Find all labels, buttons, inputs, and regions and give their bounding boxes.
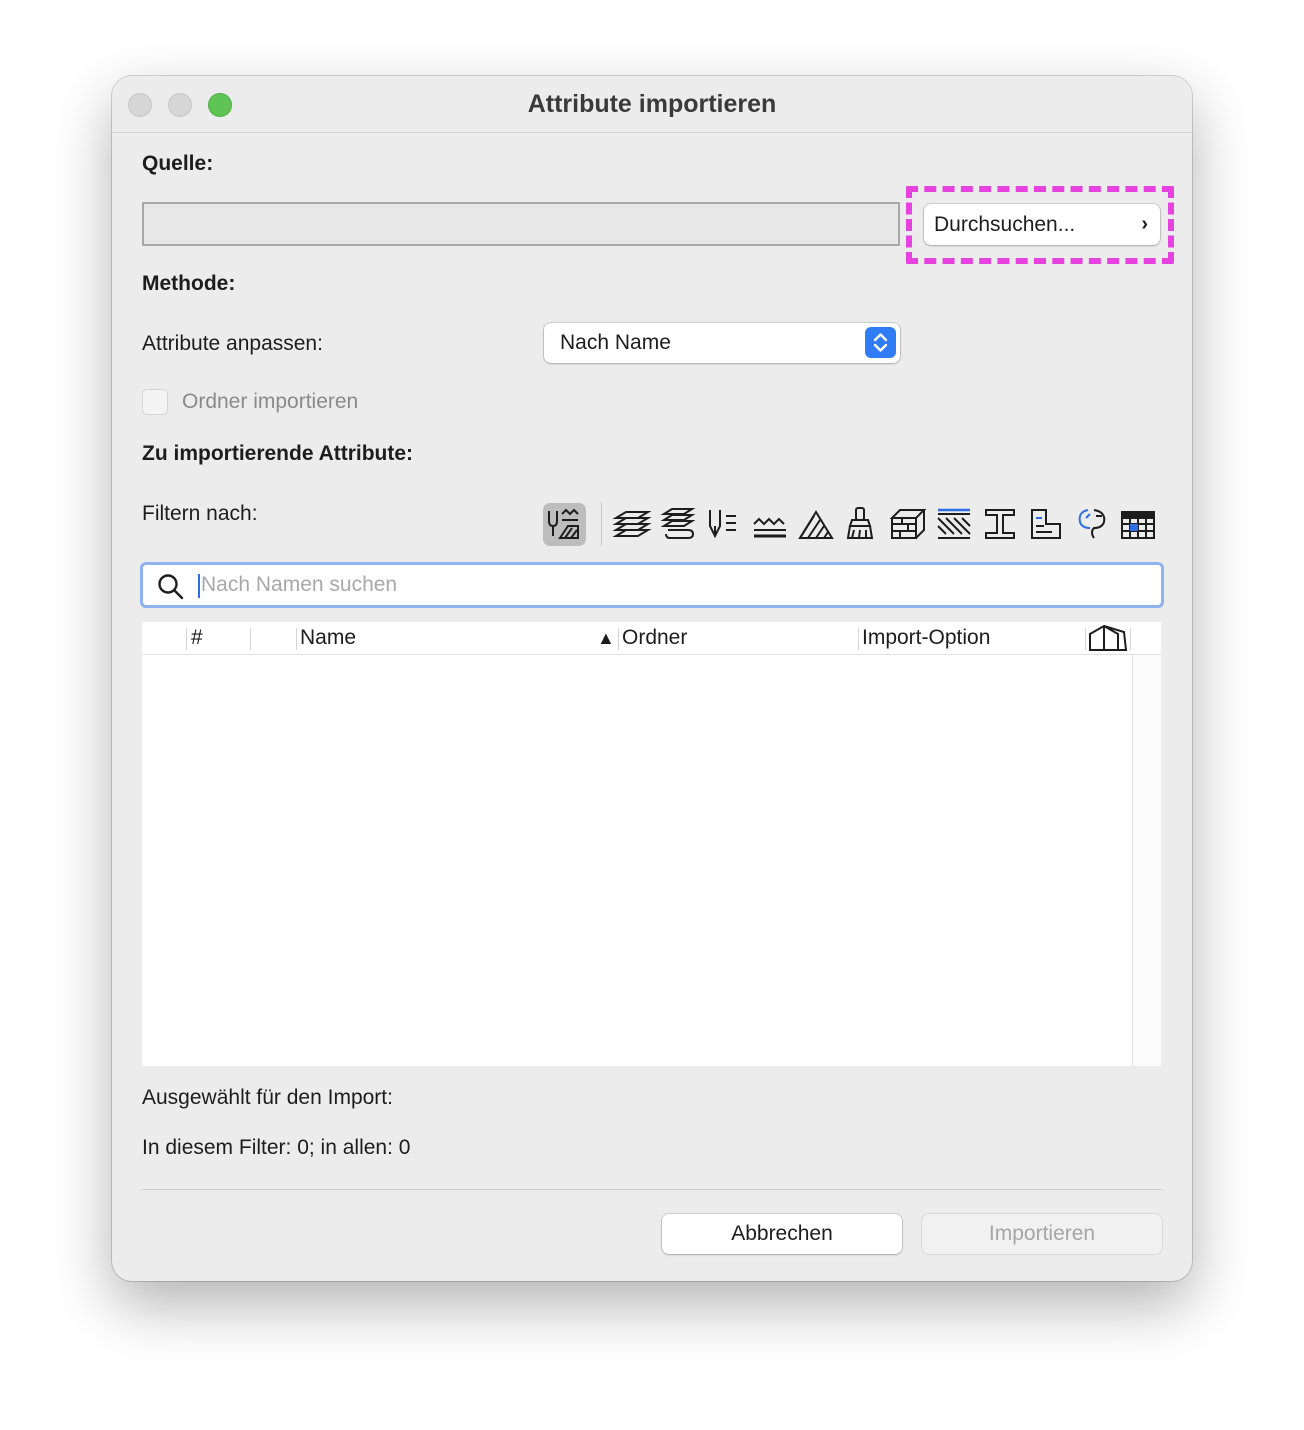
match-method-value: Nach Name bbox=[560, 331, 671, 354]
fill-types-icon[interactable] bbox=[796, 504, 836, 544]
column-import-option[interactable]: Import-Option bbox=[862, 626, 990, 650]
search-placeholder: Nach Namen suchen bbox=[201, 573, 398, 596]
footer-divider bbox=[142, 1189, 1162, 1190]
sort-ascending-icon: ▲ bbox=[597, 628, 615, 648]
vertical-scrollbar[interactable] bbox=[1133, 655, 1161, 1066]
selection-count-text: In diesem Filter: 0; in allen: 0 bbox=[142, 1136, 411, 1159]
attributes-table[interactable]: # Name ▲ Ordner Import-Option bbox=[142, 622, 1161, 1066]
filter-separator bbox=[601, 502, 602, 546]
operation-profiles-icon[interactable] bbox=[1118, 504, 1158, 544]
layer-combinations-icon[interactable] bbox=[658, 504, 698, 544]
composites-icon[interactable] bbox=[934, 504, 974, 544]
building-materials-icon[interactable] bbox=[888, 504, 928, 544]
line-types-icon[interactable] bbox=[750, 504, 790, 544]
import-folders-checkbox[interactable] bbox=[142, 389, 168, 415]
column-separator bbox=[1130, 628, 1131, 650]
column-number[interactable]: # bbox=[191, 626, 203, 650]
title-bar[interactable]: Attribute importieren bbox=[112, 76, 1192, 133]
search-field[interactable]: Nach Namen suchen bbox=[140, 562, 1164, 608]
column-separator bbox=[858, 628, 859, 650]
column-separator bbox=[186, 628, 187, 650]
table-header: # Name ▲ Ordner Import-Option bbox=[142, 622, 1161, 655]
overwrite-icon[interactable] bbox=[1088, 624, 1128, 658]
source-heading: Quelle: bbox=[142, 152, 214, 175]
up-down-chevron-icon bbox=[865, 327, 896, 358]
text-cursor bbox=[198, 574, 200, 598]
import-attributes-dialog: Attribute importieren Quelle: Durchsuche… bbox=[112, 76, 1192, 1281]
attributes-heading: Zu importierende Attribute: bbox=[142, 442, 414, 465]
pens-icon[interactable] bbox=[704, 504, 744, 544]
mep-systems-icon[interactable] bbox=[1072, 504, 1112, 544]
import-folders-label: Ordner importieren bbox=[182, 390, 359, 413]
column-separator bbox=[250, 628, 251, 650]
layers-icon[interactable] bbox=[612, 504, 652, 544]
column-name[interactable]: Name bbox=[300, 626, 356, 650]
source-path-field bbox=[142, 202, 900, 246]
browse-button-highlight bbox=[906, 186, 1174, 264]
column-separator bbox=[296, 628, 297, 650]
import-button[interactable]: Importieren bbox=[922, 1214, 1162, 1254]
cancel-button[interactable]: Abbrechen bbox=[662, 1214, 902, 1254]
method-heading: Methode: bbox=[142, 272, 236, 295]
search-icon bbox=[157, 573, 185, 606]
zones-icon[interactable] bbox=[1026, 504, 1066, 544]
surfaces-icon[interactable] bbox=[842, 504, 882, 544]
all-attributes-icon[interactable] bbox=[544, 504, 584, 544]
column-folder[interactable]: Ordner bbox=[622, 626, 687, 650]
match-attributes-label: Attribute anpassen: bbox=[142, 332, 323, 355]
profiles-icon[interactable] bbox=[980, 504, 1020, 544]
match-method-select[interactable]: Nach Name bbox=[544, 323, 900, 363]
filter-by-label: Filtern nach: bbox=[142, 502, 258, 525]
window-title: Attribute importieren bbox=[527, 90, 777, 118]
column-separator bbox=[618, 628, 619, 650]
column-separator bbox=[1085, 628, 1086, 650]
selected-for-import-label: Ausgewählt für den Import: bbox=[142, 1086, 393, 1109]
